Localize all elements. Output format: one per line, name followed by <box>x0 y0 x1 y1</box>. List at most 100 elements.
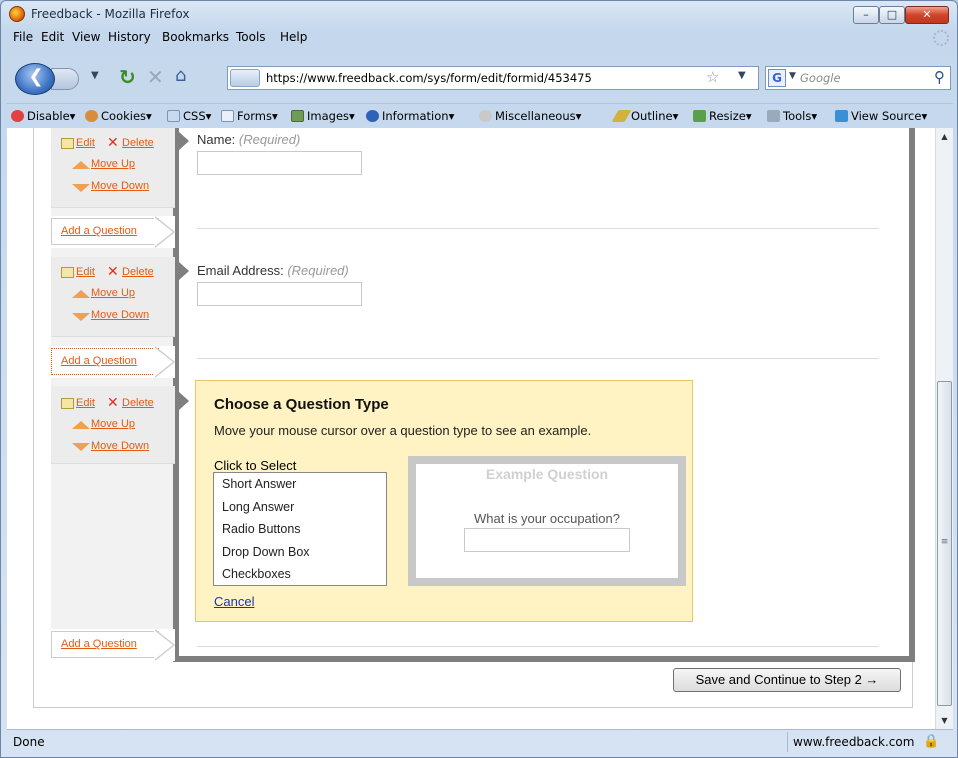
outline-icon <box>611 110 632 122</box>
grip-icon: ≡ <box>940 537 949 547</box>
maximize-button[interactable]: □ <box>879 6 905 24</box>
move-down-link[interactable]: Move Down <box>91 440 149 452</box>
question-controls: Edit ✕ Delete Move Up Move Down <box>51 128 175 208</box>
dev-images[interactable]: Images▾ <box>291 109 355 123</box>
type-option-long-answer[interactable]: Long Answer <box>222 500 294 514</box>
menu-view[interactable]: View <box>72 30 100 44</box>
view-source-icon <box>835 110 848 122</box>
move-down-icon <box>72 313 90 321</box>
scroll-thumb[interactable]: ≡ <box>937 381 952 706</box>
scroll-down-icon[interactable]: ▼ <box>936 712 953 729</box>
dev-view-source[interactable]: View Source▾ <box>835 109 927 123</box>
email-field[interactable] <box>197 282 362 306</box>
dev-tools[interactable]: Tools▾ <box>767 109 817 123</box>
edit-link[interactable]: Edit <box>76 137 95 149</box>
add-question-link[interactable]: Add a Question <box>61 225 137 237</box>
divider <box>197 228 879 229</box>
add-question-tab[interactable]: Add a Question <box>51 216 175 248</box>
edit-icon <box>61 138 74 149</box>
move-up-link[interactable]: Move Up <box>91 287 135 299</box>
site-identity-icon[interactable] <box>230 69 260 87</box>
bookmark-star-icon[interactable]: ☆ <box>706 68 719 86</box>
dev-resize[interactable]: Resize▾ <box>693 109 752 123</box>
example-input <box>464 528 630 552</box>
dev-miscellaneous[interactable]: Miscellaneous▾ <box>479 109 581 123</box>
type-option-checkboxes[interactable]: Checkboxes <box>222 567 291 581</box>
name-field[interactable] <box>197 151 362 175</box>
delete-link[interactable]: Delete <box>122 397 154 409</box>
move-down-link[interactable]: Move Down <box>91 309 149 321</box>
delete-link[interactable]: Delete <box>122 137 154 149</box>
move-up-link[interactable]: Move Up <box>91 418 135 430</box>
url-text[interactable]: https://www.freedback.com/sys/form/edit/… <box>266 71 592 85</box>
add-question-link[interactable]: Add a Question <box>61 638 137 650</box>
search-input[interactable]: Google <box>800 71 841 85</box>
reload-icon[interactable]: ↻ <box>119 65 136 89</box>
delete-icon: ✕ <box>107 135 119 151</box>
move-down-icon <box>72 184 90 192</box>
status-text: Done <box>13 735 45 749</box>
delete-link[interactable]: Delete <box>122 266 154 278</box>
forms-icon <box>221 110 234 122</box>
move-down-link[interactable]: Move Down <box>91 180 149 192</box>
edit-link[interactable]: Edit <box>76 266 95 278</box>
throbber-icon <box>933 30 949 46</box>
dev-outline[interactable]: Outline▾ <box>611 109 678 123</box>
save-continue-button[interactable]: Save and Continue to Step 2 → <box>673 668 901 692</box>
back-button[interactable]: ❮ <box>15 63 55 95</box>
question-pointer <box>179 262 189 280</box>
stop-icon[interactable]: ✕ <box>147 65 164 89</box>
delete-icon: ✕ <box>107 395 119 411</box>
close-button[interactable]: ✕ <box>905 6 949 24</box>
menu-edit[interactable]: Edit <box>41 30 64 44</box>
divider <box>197 358 879 359</box>
google-engine-icon[interactable]: G <box>768 69 786 87</box>
search-bar[interactable]: G ▼ Google ⚲ <box>765 66 951 90</box>
url-dropdown-icon[interactable]: ▼ <box>738 70 746 81</box>
question-pointer <box>179 392 189 410</box>
menu-history[interactable]: History <box>108 30 151 44</box>
divider <box>197 646 879 647</box>
dev-css[interactable]: CSS▾ <box>167 109 211 123</box>
menu-bookmarks[interactable]: Bookmarks <box>162 30 229 44</box>
scroll-up-icon[interactable]: ▲ <box>936 128 953 145</box>
window-title: Freedback - Mozilla Firefox <box>31 7 190 21</box>
minimize-button[interactable]: – <box>853 6 879 24</box>
question-type-chooser: Choose a Question Type Move your mouse c… <box>195 380 693 622</box>
home-icon[interactable]: ⌂ <box>175 65 186 86</box>
add-question-link[interactable]: Add a Question <box>61 355 137 367</box>
add-question-tab-active[interactable]: Add a Question <box>51 346 175 378</box>
question-type-list[interactable]: Short Answer Long Answer Radio Buttons D… <box>213 472 387 586</box>
required-marker: (Required) <box>238 132 301 147</box>
dev-disable[interactable]: Disable▾ <box>11 109 75 123</box>
add-question-tab[interactable]: Add a Question <box>51 629 175 661</box>
css-icon <box>167 110 180 122</box>
example-title: Example Question <box>485 466 609 482</box>
cancel-link[interactable]: Cancel <box>214 594 254 609</box>
type-option-short-answer[interactable]: Short Answer <box>222 477 296 491</box>
required-marker: (Required) <box>287 263 349 278</box>
question-controls: Edit ✕ Delete Move Up Move Down <box>51 386 175 464</box>
menu-file[interactable]: File <box>13 30 33 44</box>
type-option-radio-buttons[interactable]: Radio Buttons <box>222 522 301 536</box>
menu-help[interactable]: Help <box>280 30 307 44</box>
search-icon[interactable]: ⚲ <box>934 68 945 86</box>
dev-cookies[interactable]: Cookies▾ <box>85 109 152 123</box>
vertical-scrollbar[interactable]: ▲ ≡ ▼ <box>935 128 953 729</box>
dev-information[interactable]: Information▾ <box>366 109 454 123</box>
edit-icon <box>61 267 74 278</box>
lock-icon[interactable]: 🔒 <box>923 734 939 749</box>
type-option-drop-down-box[interactable]: Drop Down Box <box>222 545 310 559</box>
edit-link[interactable]: Edit <box>76 397 95 409</box>
url-bar[interactable]: https://www.freedback.com/sys/form/edit/… <box>227 66 759 90</box>
web-developer-toolbar: Disable▾ Cookies▾ CSS▾ Forms▾ Images▾ In… <box>7 103 953 127</box>
menu-tools[interactable]: Tools <box>236 30 266 44</box>
chooser-description: Move your mouse cursor over a question t… <box>214 423 592 438</box>
disable-icon <box>11 110 24 122</box>
cookies-icon <box>85 110 98 122</box>
dev-forms[interactable]: Forms▾ <box>221 109 278 123</box>
edit-icon <box>61 398 74 409</box>
history-dropdown-icon[interactable]: ▼ <box>91 70 99 81</box>
engine-dropdown-icon[interactable]: ▼ <box>789 71 796 81</box>
move-up-link[interactable]: Move Up <box>91 158 135 170</box>
